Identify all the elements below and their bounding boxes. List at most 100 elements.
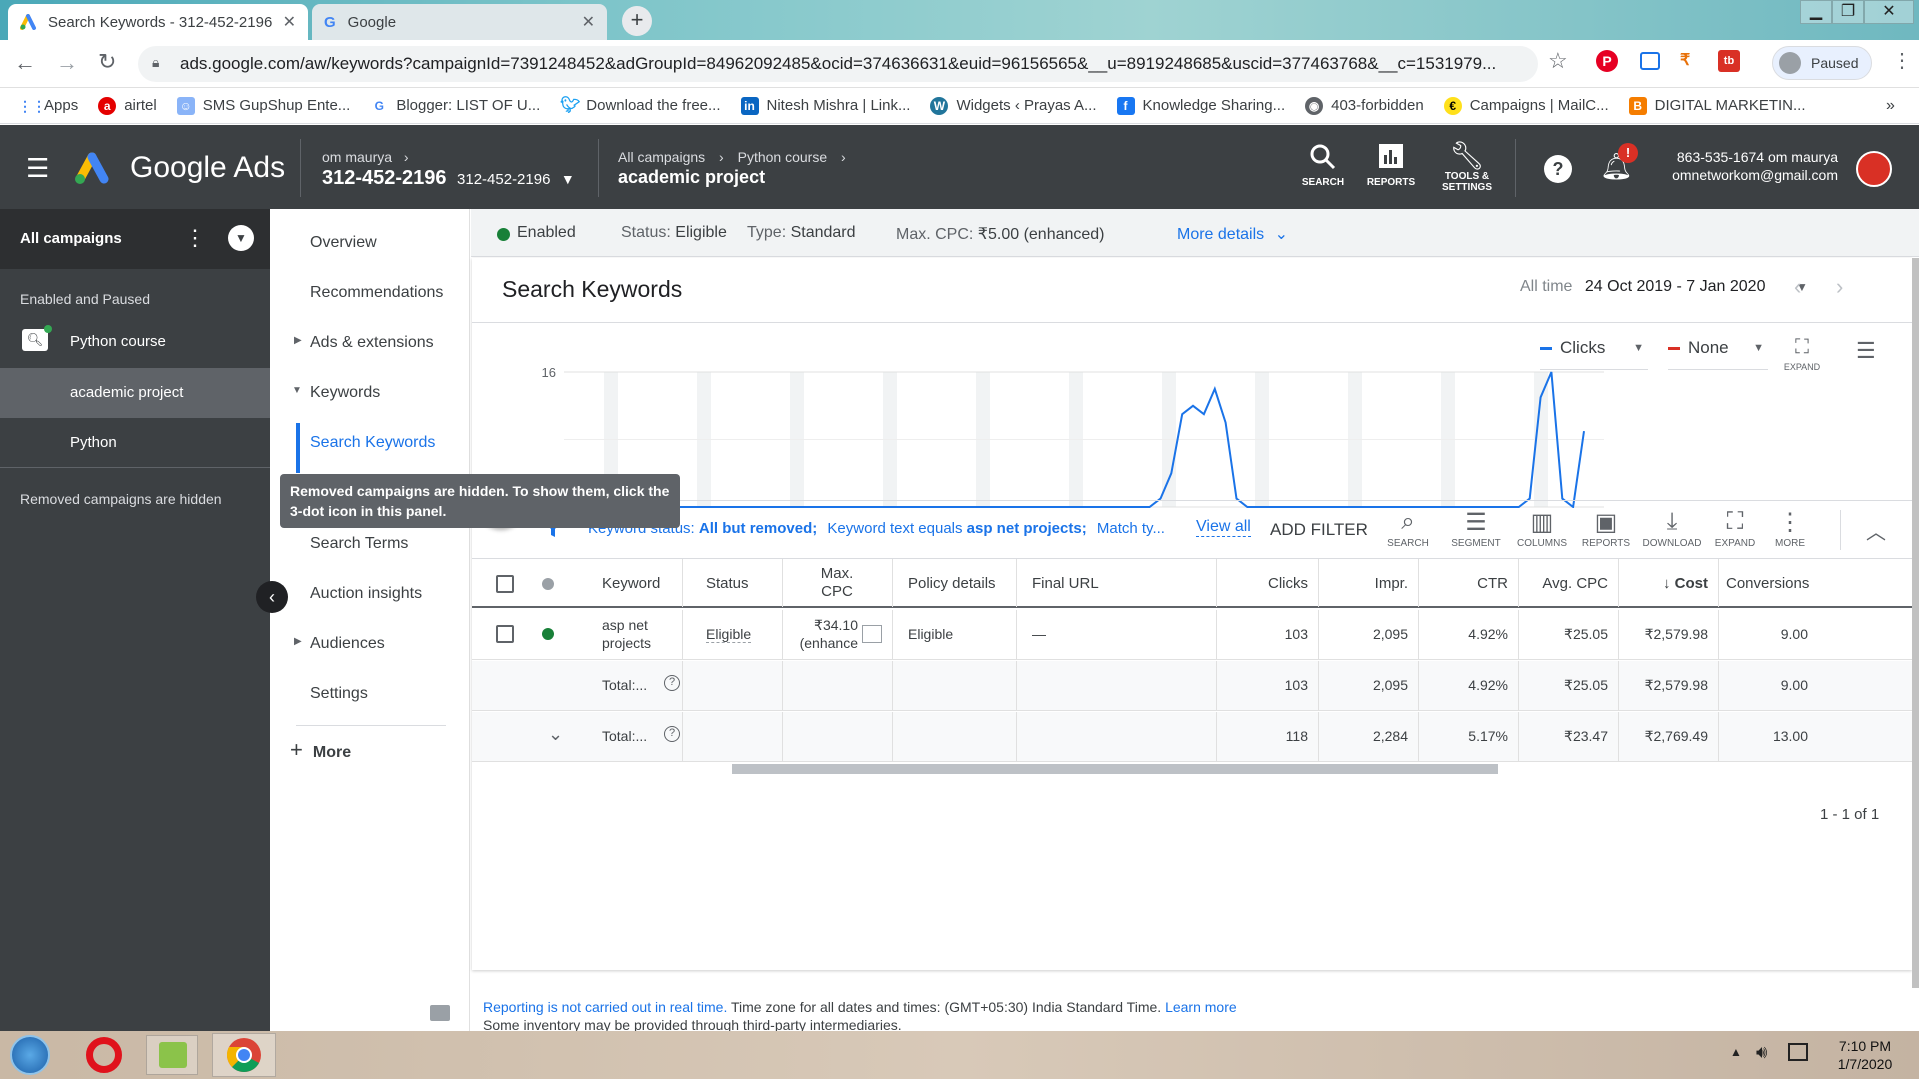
breadcrumb-all-campaigns[interactable]: All campaigns <box>618 149 705 165</box>
bookmark-airtel[interactable]: a airtel <box>98 96 157 115</box>
adgroup-item-python[interactable]: Python <box>0 418 270 468</box>
status-enabled[interactable]: Enabled <box>517 224 576 242</box>
feedback-icon[interactable] <box>430 1005 450 1021</box>
user-account-info[interactable]: 863-535-1674 om maurya omnetworkom@gmail… <box>1652 149 1838 183</box>
volume-icon[interactable]: 🔊︎ <box>1756 1042 1767 1063</box>
url-text[interactable]: ads.google.com/aw/keywords?campaignId=73… <box>180 54 1496 74</box>
bookmarks-more-icon[interactable]: » <box>1886 97 1895 115</box>
minimize-button[interactable]: ▁ <box>1800 0 1832 24</box>
close-window-button[interactable]: ✕ <box>1864 0 1914 24</box>
previous-period-icon[interactable]: ‹ <box>1794 274 1801 300</box>
menu-more-button[interactable]: + More <box>290 737 351 763</box>
bookmark-download[interactable]: 🐦︎ Download the free... <box>560 97 720 115</box>
show-hidden-icons-arrow[interactable]: ▲ <box>1730 1045 1742 1059</box>
system-clock[interactable]: 7:10 PM 1/7/2020 <box>1820 1037 1910 1073</box>
extension-icon[interactable]: ₹ <box>1680 50 1702 72</box>
adgroup-item-academic-project[interactable]: academic project <box>0 368 270 418</box>
new-tab-button[interactable]: + <box>622 6 652 36</box>
bookmark-blogger[interactable]: G Blogger: LIST OF U... <box>370 97 541 115</box>
tab-google[interactable]: G Google ✕ <box>312 4 607 40</box>
next-period-icon[interactable]: › <box>1836 274 1843 300</box>
table-reports-button[interactable]: ▣ REPORTS <box>1576 508 1636 549</box>
help-icon[interactable]: ? <box>1544 155 1572 183</box>
header-conversions[interactable]: Conversions <box>1726 575 1812 592</box>
menu-item-recommendations[interactable]: Recommendations <box>310 284 443 302</box>
profile-button[interactable]: Paused <box>1772 46 1872 80</box>
table-horizontal-scrollbar[interactable] <box>732 764 1498 774</box>
menu-item-keywords[interactable]: Keywords <box>310 384 380 402</box>
bookmark-403[interactable]: ◉ 403-forbidden <box>1305 96 1424 115</box>
page-vertical-scrollbar[interactable] <box>1912 258 1919 988</box>
menu-item-ads-extensions[interactable]: Ads & extensions <box>310 334 434 352</box>
select-all-checkbox[interactable] <box>496 575 514 593</box>
maximize-button[interactable]: ❐ <box>1832 0 1864 24</box>
collapse-panel-icon[interactable]: ‹ <box>256 581 288 613</box>
menu-item-search-terms[interactable]: Search Terms <box>310 535 408 553</box>
chrome-taskbar-icon[interactable] <box>212 1033 276 1077</box>
more-button[interactable]: ⋮ MORE <box>1764 508 1816 549</box>
menu-item-settings[interactable]: Settings <box>310 685 368 703</box>
header-impr[interactable]: Impr. <box>1318 575 1408 592</box>
menu-item-audiences[interactable]: Audiences <box>310 635 385 653</box>
hamburger-menu-icon[interactable]: ☰ <box>26 153 49 184</box>
date-range-picker[interactable]: All time 24 Oct 2019 - 7 Jan 2020 ▼ <box>1520 278 1808 296</box>
table-expand-button[interactable]: ⛶ EXPAND <box>1708 508 1762 549</box>
menu-item-search-keywords[interactable]: Search Keywords <box>310 434 435 452</box>
expand-arrow-icon[interactable]: ▶ <box>294 636 302 647</box>
extension-icon[interactable] <box>1640 52 1660 70</box>
dropdown-circle-icon[interactable]: ▼ <box>228 225 254 251</box>
help-circle-icon[interactable]: ? <box>664 675 680 691</box>
bookmark-mailchimp[interactable]: € Campaigns | MailC... <box>1443 96 1609 115</box>
forward-icon[interactable]: → <box>56 50 78 76</box>
close-tab-icon[interactable]: ✕ <box>582 12 595 32</box>
bookmark-linkedin[interactable]: in Nitesh Mishra | Link... <box>740 96 910 115</box>
bookmark-knowledge[interactable]: f Knowledge Sharing... <box>1116 96 1285 115</box>
header-avg-cpc[interactable]: Avg. CPC <box>1518 575 1608 592</box>
pinterest-extension-icon[interactable]: P <box>1596 50 1618 72</box>
header-search-button[interactable]: SEARCH <box>1300 143 1346 188</box>
windows-start-icon[interactable] <box>10 1035 50 1075</box>
table-search-button[interactable]: ⌕ SEARCH <box>1384 508 1432 549</box>
account-switcher[interactable]: om maurya › 312-452-2196 312-452-2196 ▼ <box>322 149 575 190</box>
app-icon[interactable] <box>146 1035 198 1075</box>
notifications-button[interactable]: 🔔︎ ! <box>1600 143 1638 185</box>
chart-expand-button[interactable]: ⛶ EXPAND <box>1782 336 1822 372</box>
breadcrumb-python-course[interactable]: Python course <box>738 149 828 165</box>
close-tab-icon[interactable]: ✕ <box>283 12 296 32</box>
bookmark-apps[interactable]: ⋮⋮ Apps <box>18 97 78 115</box>
more-vert-icon[interactable]: ⋮ <box>184 225 206 251</box>
header-final-url[interactable]: Final URL <box>1032 575 1099 592</box>
bookmark-digital-marketing[interactable]: B DIGITAL MARKETIN... <box>1628 96 1806 115</box>
header-policy-details[interactable]: Policy details <box>908 575 996 592</box>
header-cost[interactable]: ↓ Cost <box>1618 575 1708 592</box>
collapse-arrow-icon[interactable]: ▼ <box>292 385 302 396</box>
expand-arrow-icon[interactable]: ▶ <box>294 335 302 346</box>
row-checkbox[interactable] <box>496 625 514 643</box>
opera-icon[interactable] <box>86 1037 122 1073</box>
avatar[interactable] <box>1856 151 1892 187</box>
bookmark-gupshup[interactable]: ☺ SMS GupShup Ente... <box>176 96 350 115</box>
collapse-chevron-up-icon[interactable]: ︿ <box>1866 516 1886 545</box>
header-max-cpc[interactable]: Max. CPC <box>782 565 892 601</box>
help-circle-icon[interactable]: ? <box>664 726 680 742</box>
star-icon[interactable]: ☆ <box>1548 48 1568 74</box>
header-ctr[interactable]: CTR <box>1418 575 1508 592</box>
max-cpc-cell[interactable]: ₹34.10 (enhance <box>788 616 858 652</box>
campaign-item-python-course[interactable]: 🔍︎ Python course <box>0 321 270 361</box>
status-cell[interactable]: Eligible <box>706 626 752 643</box>
tab-search-keywords[interactable]: Search Keywords - 312-452-2196 ✕ <box>8 4 308 40</box>
more-details-link[interactable]: More details ⌄ <box>1177 224 1288 244</box>
extension-icon[interactable]: tb <box>1718 50 1740 72</box>
columns-button[interactable]: ▥ COLUMNS <box>1512 508 1572 549</box>
header-clicks[interactable]: Clicks <box>1216 575 1308 592</box>
back-icon[interactable]: ← <box>14 50 36 76</box>
header-reports-button[interactable]: REPORTS <box>1366 143 1416 188</box>
network-icon[interactable] <box>1788 1043 1808 1061</box>
menu-dots-icon[interactable]: ⋮ <box>1892 48 1912 73</box>
menu-item-overview[interactable]: Overview <box>310 234 377 252</box>
all-campaigns-row[interactable]: All campaigns ⋮ ▼ <box>0 209 270 269</box>
menu-item-auction-insights[interactable]: Auction insights <box>310 585 422 603</box>
header-status[interactable]: Status <box>706 575 749 592</box>
expand-chevron-down-icon[interactable]: ⌄ <box>548 724 563 745</box>
bookmark-widgets[interactable]: W Widgets ‹ Prayas A... <box>930 96 1097 115</box>
